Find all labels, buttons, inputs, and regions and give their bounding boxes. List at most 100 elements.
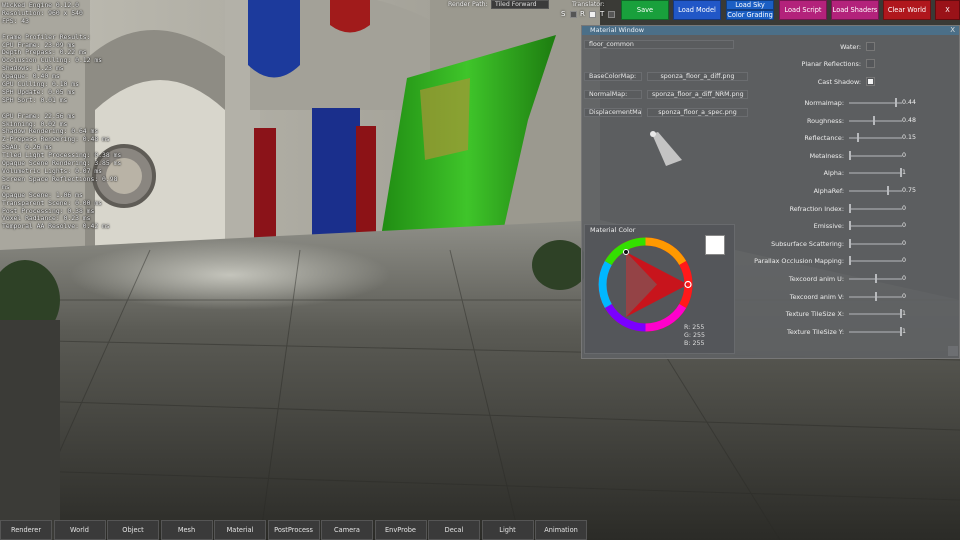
slider-track[interactable] (849, 313, 902, 316)
normalmap-value: sponza_floor_a_diff_NRM.png (647, 90, 748, 99)
slider-label: Texture TileSize Y: (787, 327, 844, 336)
planar-reflections-label: Planar Reflections: (801, 60, 861, 68)
fps-text: FPS: 43 (2, 16, 29, 25)
translator-rotate-checkbox[interactable] (589, 11, 596, 18)
tab-postprocess[interactable]: PostProcess (267, 520, 320, 540)
slider-label: Emissive: (813, 222, 844, 231)
material-preview-icon (650, 131, 682, 166)
tab-camera[interactable]: Camera (321, 520, 373, 540)
load-script-button[interactable]: Load Script (779, 0, 827, 20)
slider-track[interactable] (849, 207, 902, 210)
slider-handle[interactable] (873, 115, 876, 125)
slider-track[interactable] (849, 119, 902, 122)
slider-track[interactable] (849, 154, 902, 157)
slider-value: 0 (902, 151, 907, 159)
translator-scale-checkbox[interactable] (570, 11, 577, 18)
slider-label: Reflectance: (804, 134, 844, 143)
slider-value: 0 (902, 257, 907, 265)
load-sky-button[interactable]: Load Sky (726, 0, 774, 10)
load-shaders-button[interactable]: Load Shaders (831, 0, 879, 20)
resize-handle[interactable] (948, 346, 958, 356)
slider-label: Refraction Index: (789, 204, 844, 213)
material-window-title: Material Window (590, 26, 645, 34)
slider-label: Texture TileSize X: (785, 310, 844, 319)
color-grading-button[interactable]: Color Grading (726, 10, 774, 20)
tab-object[interactable]: Object (107, 520, 159, 540)
tab-decal[interactable]: Decal (428, 520, 480, 540)
water-checkbox[interactable] (866, 42, 875, 51)
slider-track[interactable] (849, 172, 902, 175)
slider-value: 1 (902, 310, 907, 318)
slider-track[interactable] (849, 242, 902, 245)
material-window-titlebar[interactable]: Material Window X (582, 26, 959, 35)
tab-mesh[interactable]: Mesh (160, 520, 213, 540)
tab-renderer[interactable]: Renderer (0, 520, 52, 540)
color-wheel[interactable] (597, 236, 694, 333)
translator-translate-label: T (600, 10, 605, 18)
planar-reflections-checkbox[interactable] (866, 59, 875, 68)
exit-button[interactable]: X (935, 0, 960, 20)
close-icon[interactable]: X (950, 26, 955, 35)
material-name-field[interactable]: floor_common (584, 40, 734, 49)
slider-value: 0.75 (902, 187, 917, 194)
basecolormap-value: sponza_floor_a_diff.png (647, 72, 748, 81)
slider-value: 0.48 (902, 116, 917, 124)
profiler-line: Temporal AA Resolve: 0.42 ms (2, 222, 110, 231)
slider-value: 0 (902, 239, 907, 247)
slider-handle[interactable] (887, 186, 890, 195)
basecolormap-button[interactable]: BaseColorMap: (584, 72, 642, 81)
tab-world[interactable]: World (53, 520, 106, 540)
slider-handle[interactable] (849, 203, 851, 213)
slider-track[interactable] (849, 260, 902, 263)
water-label: Water: (840, 43, 861, 51)
slider-track[interactable] (849, 225, 902, 228)
slider-label: Texcoord anim V: (789, 292, 844, 301)
save-button[interactable]: Save (621, 0, 669, 20)
material-color-panel: Material Color R: 255 G: 255 B: 255 (584, 224, 735, 354)
material-color-swatch (705, 235, 725, 255)
slider-handle[interactable] (849, 150, 851, 160)
slider-value: 0 (902, 275, 907, 282)
slider-handle[interactable] (849, 238, 851, 248)
tab-envprobe[interactable]: EnvProbe (374, 520, 427, 540)
render-path-label: Render Path: (448, 1, 488, 8)
slider-handle[interactable] (894, 98, 897, 107)
translator-label: Translator: (572, 1, 605, 8)
slider-track[interactable] (849, 190, 902, 192)
slider-value: 0 (902, 204, 907, 212)
slider-handle[interactable] (874, 291, 877, 301)
slider-label: AlphaRef: (813, 187, 844, 195)
slider-handle[interactable] (856, 133, 859, 143)
material-color-g: G: 255 (684, 332, 706, 339)
tab-light[interactable]: Light (481, 520, 534, 540)
clear-world-button[interactable]: Clear World (883, 0, 931, 20)
slider-handle[interactable] (849, 256, 851, 266)
profiler-line: SPH Sort: 0.01 ms (2, 95, 68, 104)
tab-material[interactable]: Material (214, 520, 266, 540)
slider-value: 0 (902, 222, 907, 230)
profiler-line: Screen Space Reflections: 0.98 ms (2, 174, 118, 191)
displacementmap-button[interactable]: DisplacementMap: (584, 108, 642, 117)
slider-value: 0.44 (902, 99, 917, 106)
slider-handle[interactable] (874, 274, 877, 283)
translator-translate-checkbox[interactable] (608, 11, 615, 18)
material-color-values: R: 255 G: 255 B: 255 (684, 324, 705, 348)
material-color-r: R: 255 (684, 324, 705, 331)
cast-shadow-checkbox[interactable] (866, 77, 875, 86)
tab-animation[interactable]: Animation (535, 520, 587, 540)
translator-rotate-label: R (580, 10, 585, 18)
slider-label: Metalness: (809, 151, 844, 160)
slider-label: Texcoord anim U: (788, 275, 844, 283)
load-model-button[interactable]: Load Model (673, 0, 721, 20)
slider-track[interactable] (849, 330, 902, 333)
slider-label: Parallax Occlusion Mapping: (754, 257, 844, 266)
render-path-select[interactable]: Tiled Forward (491, 0, 549, 9)
slider-label: Alpha: (823, 169, 844, 178)
slider-value: 0.15 (902, 134, 917, 142)
cast-shadow-label: Cast Shadow: (817, 78, 861, 86)
slider-label: Normalmap: (804, 99, 844, 107)
slider-value: 0 (902, 292, 907, 300)
normalmap-button[interactable]: NormalMap: (584, 90, 642, 99)
slider-value: 1 (902, 169, 907, 177)
slider-handle[interactable] (849, 221, 851, 231)
